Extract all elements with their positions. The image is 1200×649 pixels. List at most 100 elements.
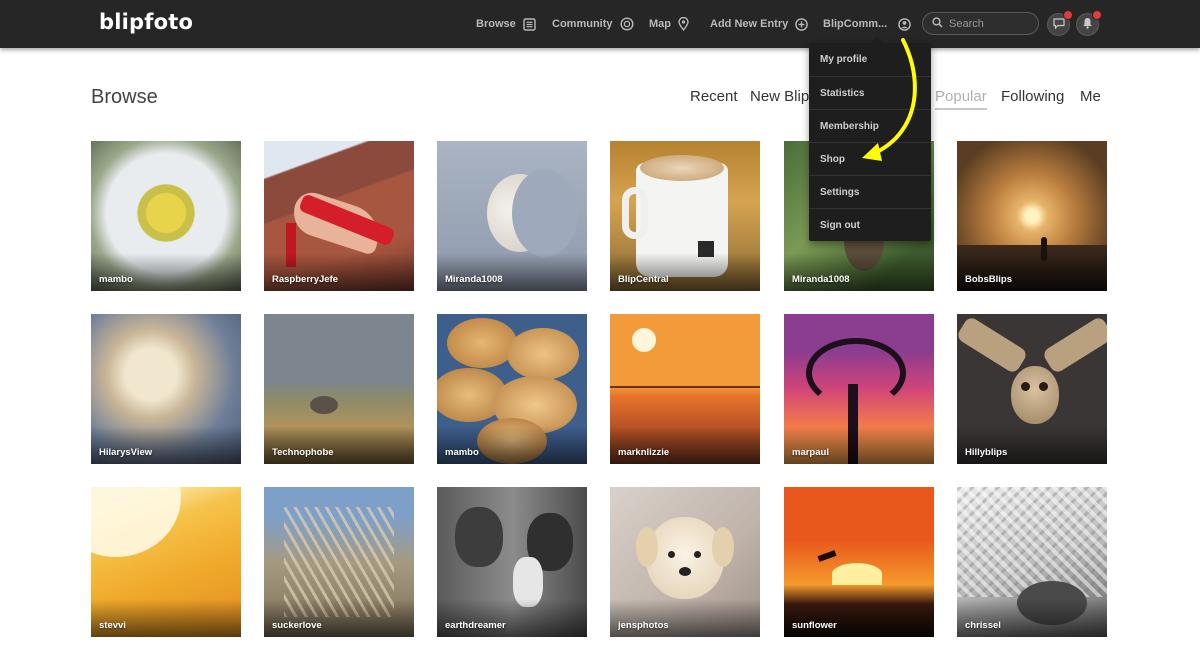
photo-tile[interactable]: Miranda1008 xyxy=(437,141,587,291)
puppy-eye xyxy=(668,551,675,558)
tile-shade xyxy=(437,253,587,291)
nav-browse[interactable]: Browse xyxy=(476,15,536,33)
tab-recent[interactable]: Recent xyxy=(690,88,738,105)
owl-eye xyxy=(1039,382,1048,391)
photo-tile[interactable]: RaspberryJefe xyxy=(264,141,414,291)
tile-shade xyxy=(784,253,934,291)
photo-tile[interactable]: mambo xyxy=(437,314,587,464)
knitted-blanket xyxy=(957,487,1107,597)
puppy-ear xyxy=(636,527,658,567)
plus-circle-icon xyxy=(795,17,809,31)
photo-username[interactable]: earthdreamer xyxy=(445,620,506,631)
tile-shade xyxy=(264,426,414,464)
photo-tile[interactable]: suckerlove xyxy=(264,487,414,637)
sun xyxy=(632,328,656,352)
photo-tile[interactable]: Hillyblips xyxy=(957,314,1107,464)
browse-tabs: Recent New Blip Popular Following Me xyxy=(0,88,1200,114)
photo-username[interactable]: Technophobe xyxy=(272,447,334,458)
nav-map-label: Map xyxy=(649,18,671,30)
nav-community[interactable]: Community xyxy=(552,15,634,33)
menu-item-sign-out[interactable]: Sign out xyxy=(809,208,931,241)
messages-button[interactable] xyxy=(1047,10,1073,36)
menu-item-shop[interactable]: Shop xyxy=(809,142,931,175)
site-logo[interactable]: blipfoto xyxy=(99,10,193,34)
photo-username[interactable]: Hillyblips xyxy=(965,447,1007,458)
photo-username[interactable]: marpaul xyxy=(792,447,829,458)
face-shape xyxy=(455,507,503,567)
photo-username[interactable]: marknlizzie xyxy=(618,447,669,458)
tile-shade xyxy=(610,599,760,637)
menu-item-settings[interactable]: Settings xyxy=(809,175,931,208)
messages-icon xyxy=(1052,16,1065,34)
photo-tile[interactable]: HilarysView xyxy=(91,314,241,464)
tile-shade xyxy=(91,599,241,637)
photo-tile[interactable]: sunflower xyxy=(784,487,934,637)
list-icon xyxy=(523,17,536,31)
tile-shade xyxy=(437,426,587,464)
photo-username[interactable]: BlipCentral xyxy=(618,274,669,285)
tile-shade xyxy=(957,599,1107,637)
moon-shadow xyxy=(512,169,578,257)
photo-username[interactable]: Miranda1008 xyxy=(792,274,850,285)
notifications-badge xyxy=(1092,10,1102,20)
photo-username[interactable]: mambo xyxy=(445,447,479,458)
notifications-button[interactable] xyxy=(1076,10,1102,36)
search-box[interactable] xyxy=(922,12,1039,35)
sun xyxy=(91,487,181,557)
photo-username[interactable]: Miranda1008 xyxy=(445,274,503,285)
tab-popular[interactable]: Popular xyxy=(935,88,987,110)
nav-map[interactable]: Map xyxy=(649,15,689,33)
photo-tile[interactable]: mambo xyxy=(91,141,241,291)
photo-tile[interactable]: marpaul xyxy=(784,314,934,464)
photo-tile[interactable]: BlipCentral xyxy=(610,141,760,291)
bird-shape xyxy=(310,396,338,414)
account-dropdown-menu: My profile Statistics Membership Shop Se… xyxy=(809,37,931,241)
photo-username[interactable]: BobsBlips xyxy=(965,274,1012,285)
photo-tile[interactable]: earthdreamer xyxy=(437,487,587,637)
photo-username[interactable]: HilarysView xyxy=(99,447,152,458)
nav-add-entry-label: Add New Entry xyxy=(710,18,789,30)
cookie xyxy=(447,318,517,368)
photo-tile[interactable]: chrissel xyxy=(957,487,1107,637)
messages-badge xyxy=(1063,10,1073,20)
search-icon xyxy=(932,15,943,33)
mug-foam xyxy=(640,155,724,181)
user-circle-icon xyxy=(898,17,911,31)
photo-tile[interactable]: marknlizzie xyxy=(610,314,760,464)
tile-shade xyxy=(610,426,760,464)
photo-tile[interactable]: BobsBlips xyxy=(957,141,1107,291)
search-input[interactable] xyxy=(949,17,1029,30)
tile-shade xyxy=(437,599,587,637)
tab-me[interactable]: Me xyxy=(1080,88,1101,105)
menu-item-statistics[interactable]: Statistics xyxy=(809,76,931,109)
photo-username[interactable]: stevvi xyxy=(99,620,126,631)
photo-username[interactable]: sunflower xyxy=(792,620,837,631)
horizon xyxy=(610,386,760,388)
photo-username[interactable]: mambo xyxy=(99,274,133,285)
photo-username[interactable]: chrissel xyxy=(965,620,1001,631)
photo-tile[interactable]: jensphotos xyxy=(610,487,760,637)
nav-community-label: Community xyxy=(552,18,613,30)
menu-item-my-profile[interactable]: My profile xyxy=(809,43,931,76)
photo-username[interactable]: suckerlove xyxy=(272,620,322,631)
photo-tile[interactable]: stevvi xyxy=(91,487,241,637)
owl-body xyxy=(1011,366,1059,424)
tile-shade xyxy=(91,426,241,464)
tab-new-blip[interactable]: New Blip xyxy=(750,88,809,105)
nav-add-new-entry[interactable]: Add New Entry xyxy=(710,15,809,33)
tree-crown xyxy=(806,338,906,408)
nav-browse-label: Browse xyxy=(476,18,516,30)
puppy-nose xyxy=(679,567,691,576)
owl-wing xyxy=(1041,315,1107,375)
photo-tile[interactable]: Technophobe xyxy=(264,314,414,464)
photo-username[interactable]: jensphotos xyxy=(618,620,669,631)
tab-following[interactable]: Following xyxy=(1001,88,1064,105)
bird-silhouette xyxy=(817,550,837,562)
photo-username[interactable]: RaspberryJefe xyxy=(272,274,338,285)
nav-account-menu[interactable]: BlipComm... xyxy=(823,15,911,33)
tile-shade xyxy=(91,253,241,291)
tile-shade xyxy=(784,599,934,637)
puppy-eye xyxy=(694,551,701,558)
tile-shade xyxy=(784,426,934,464)
menu-item-membership[interactable]: Membership xyxy=(809,109,931,142)
